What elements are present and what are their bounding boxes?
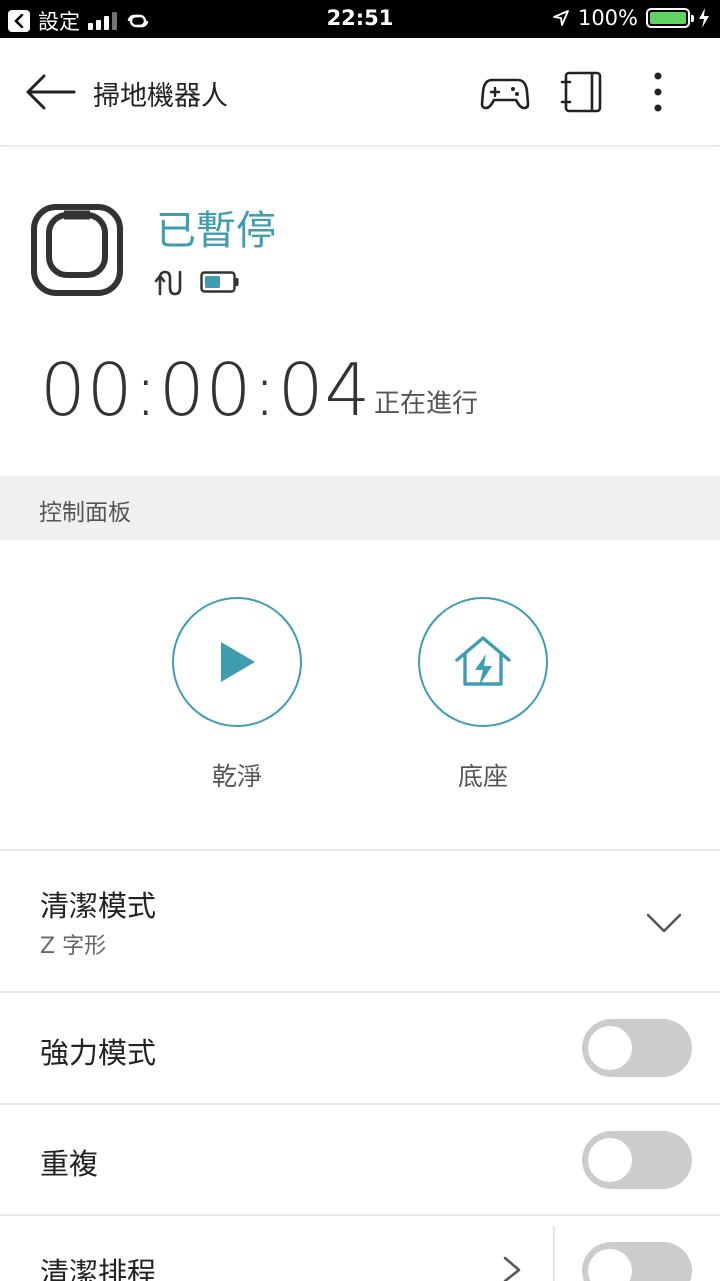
battery-icon bbox=[646, 8, 694, 28]
battery-percent: 100% bbox=[577, 6, 638, 30]
gamepad-icon[interactable] bbox=[480, 70, 530, 114]
divider bbox=[0, 1103, 720, 1105]
battery-fill bbox=[650, 12, 686, 24]
divider bbox=[0, 849, 720, 851]
charging-bolt-icon bbox=[699, 8, 709, 28]
status-bar-right: 100% bbox=[552, 6, 710, 30]
schedule-title: 清潔排程 bbox=[40, 1256, 157, 1281]
notebook-icon[interactable] bbox=[558, 70, 608, 114]
divider bbox=[0, 991, 720, 993]
device-battery-icon bbox=[200, 271, 239, 293]
toggle-knob bbox=[588, 1026, 632, 1070]
timer-status-label: 正在進行 bbox=[374, 389, 479, 419]
schedule-toggle[interactable] bbox=[582, 1242, 692, 1281]
path-return-icon bbox=[154, 270, 182, 296]
chevron-right-icon[interactable] bbox=[502, 1256, 522, 1281]
device-mini-status bbox=[154, 268, 240, 296]
power-mode-title: 強力模式 bbox=[40, 1036, 157, 1070]
control-panel-title: 控制面板 bbox=[39, 500, 131, 526]
status-bar: 設定 22:51 100% bbox=[0, 0, 720, 38]
control-panel-header: 控制面板 bbox=[0, 476, 720, 540]
back-arrow-icon[interactable] bbox=[24, 72, 76, 112]
device-state: 已暫停 bbox=[156, 208, 276, 254]
home-charge-icon bbox=[455, 636, 511, 686]
toggle-knob bbox=[588, 1138, 632, 1182]
robot-vacuum-icon bbox=[31, 204, 123, 296]
clean-mode-title: 清潔模式 bbox=[40, 889, 157, 923]
clean-button[interactable] bbox=[172, 597, 302, 727]
dock-button[interactable] bbox=[418, 597, 548, 727]
vertical-divider bbox=[553, 1226, 555, 1281]
page-title: 掃地機器人 bbox=[93, 81, 228, 112]
repeat-toggle[interactable] bbox=[582, 1131, 692, 1189]
clean-mode-value: Z 字形 bbox=[40, 934, 107, 959]
clean-button-label: 乾淨 bbox=[211, 762, 262, 791]
more-vert-icon[interactable] bbox=[633, 70, 683, 114]
toggle-knob bbox=[588, 1249, 632, 1281]
power-mode-toggle[interactable] bbox=[582, 1019, 692, 1077]
divider bbox=[0, 1214, 720, 1216]
app-bar: 掃地機器人 bbox=[0, 38, 720, 146]
repeat-title: 重複 bbox=[40, 1147, 99, 1181]
dock-button-label: 底座 bbox=[457, 762, 508, 791]
chevron-down-icon[interactable] bbox=[646, 912, 682, 934]
location-arrow-icon bbox=[553, 10, 569, 26]
play-icon bbox=[221, 642, 255, 682]
cleaning-timer: 00:00:04 bbox=[40, 348, 372, 432]
